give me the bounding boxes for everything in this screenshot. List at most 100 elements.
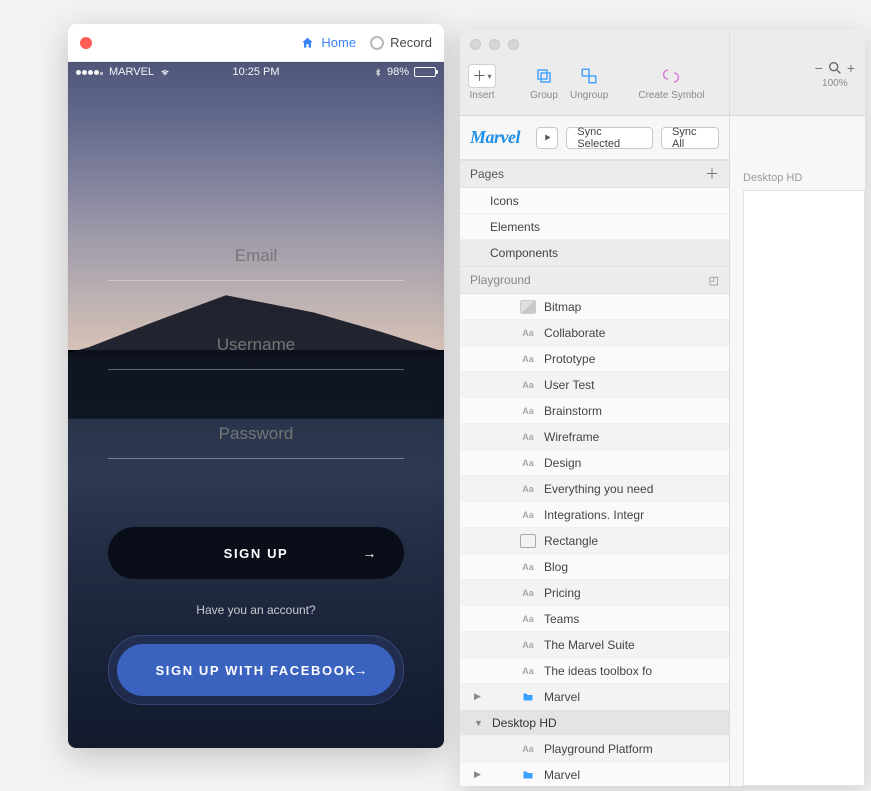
layer-row[interactable]: AaBrainstorm: [460, 398, 729, 424]
layer-row[interactable]: AaUser Test: [460, 372, 729, 398]
window-close-button[interactable]: [80, 37, 92, 49]
layer-row[interactable]: AaPrototype: [460, 346, 729, 372]
text-layer-icon: Aa: [520, 430, 536, 444]
sync-selected-button[interactable]: Sync Selected: [566, 127, 653, 149]
signup-form: SIGN UP → Have you an account? SIGN UP W…: [68, 232, 444, 705]
bitmap-layer-icon: [520, 300, 536, 314]
design-tool-window: ＋▾ Insert Group Ungroup C: [460, 30, 865, 786]
zoom-out-icon[interactable]: −: [815, 60, 823, 76]
layer-label: The Marvel Suite: [544, 638, 635, 652]
layer-row[interactable]: AaPlayground Platform: [460, 736, 729, 762]
layer-row[interactable]: Aa The Marvel Suite: [460, 632, 729, 658]
rectangle-layer-icon: [520, 534, 536, 548]
symbol-icon: [657, 64, 685, 88]
signup-button[interactable]: SIGN UP →: [108, 527, 404, 579]
play-button[interactable]: [536, 127, 558, 149]
password-field[interactable]: [108, 410, 404, 459]
zoom-pct-label: 100%: [822, 78, 848, 89]
layer-row[interactable]: AaIntegrations. Integr: [460, 502, 729, 528]
zoom-in-icon[interactable]: +: [847, 60, 855, 76]
marvel-logo: Marvel: [470, 127, 520, 148]
toolbar-right: − + 100%: [730, 30, 865, 116]
layer-label: Bitmap: [544, 300, 581, 314]
pages-list: IconsElementsComponents: [460, 188, 729, 266]
disclosure-triangle-icon[interactable]: ▶: [474, 691, 484, 702]
group-button[interactable]: Group: [524, 60, 564, 105]
carrier-label: MARVEL: [109, 66, 154, 78]
page-item[interactable]: Elements: [460, 214, 729, 240]
traffic-minimize[interactable]: [489, 39, 500, 50]
layer-row[interactable]: ▶ Marvel: [460, 684, 729, 710]
insert-label: Insert: [469, 90, 494, 101]
signal-dots-icon: [76, 66, 104, 78]
layer-row[interactable]: Rectangle: [460, 528, 729, 554]
add-page-button[interactable]: ＋: [705, 164, 719, 184]
layer-row[interactable]: Aa Wireframe: [460, 424, 729, 450]
layer-label: Marvel: [544, 690, 580, 704]
layer-row[interactable]: Aa Collaborate: [460, 320, 729, 346]
traffic-close[interactable]: [470, 39, 481, 50]
insert-button[interactable]: ＋▾ Insert: [462, 60, 502, 105]
artboard-header: Playground ◰: [460, 266, 729, 294]
home-label: Home: [321, 35, 356, 50]
artboard-frame-icon: ◰: [709, 274, 719, 287]
layer-group-header[interactable]: ▼ Desktop HD: [460, 710, 729, 736]
page-item[interactable]: Icons: [460, 188, 729, 214]
layer-row[interactable]: AaEverything you need: [460, 476, 729, 502]
artboard[interactable]: [743, 190, 865, 786]
username-field[interactable]: [108, 321, 404, 370]
layer-list: BitmapAaCollaborateAaPrototypeAaUser Tes…: [460, 294, 729, 786]
ungroup-button[interactable]: Ungroup: [564, 60, 614, 105]
layer-label: Desktop HD: [492, 716, 557, 730]
layer-label: User Test: [544, 378, 594, 392]
disclosure-triangle-icon[interactable]: ▶: [474, 769, 484, 780]
record-label: Record: [390, 35, 432, 50]
layer-row[interactable]: AaTeams: [460, 606, 729, 632]
page-item[interactable]: Components: [460, 240, 729, 266]
layer-label: Playground Platform: [544, 742, 653, 756]
text-layer-icon: Aa: [520, 612, 536, 626]
layer-label: Design: [544, 456, 581, 470]
record-link[interactable]: Record: [370, 35, 432, 50]
home-icon: [300, 36, 315, 50]
folder-icon: [520, 690, 536, 704]
zoom-control[interactable]: − + 100%: [815, 60, 855, 89]
create-symbol-button[interactable]: Create Symbol: [632, 60, 710, 105]
traffic-zoom[interactable]: [508, 39, 519, 50]
magnifier-icon: [827, 60, 843, 76]
layer-row[interactable]: AaBlog: [460, 554, 729, 580]
layer-row[interactable]: AaPricing: [460, 580, 729, 606]
email-field[interactable]: [108, 232, 404, 281]
layer-label: Integrations. Integr: [544, 508, 644, 522]
home-link[interactable]: Home: [300, 35, 356, 50]
folder-icon: [520, 768, 536, 782]
plugin-row: Marvel Sync Selected Sync All: [460, 116, 729, 160]
artboard-name-label[interactable]: Desktop HD: [743, 172, 802, 184]
tool-left-panel: ＋▾ Insert Group Ungroup C: [460, 30, 730, 786]
layer-label: The ideas toolbox fo: [544, 664, 652, 678]
layer-row[interactable]: AaThe ideas toolbox fo: [460, 658, 729, 684]
layer-row[interactable]: Bitmap: [460, 294, 729, 320]
text-layer-icon: Aa: [520, 638, 536, 652]
text-layer-icon: Aa: [520, 560, 536, 574]
arrow-right-icon: →: [362, 545, 378, 561]
group-label: Group: [530, 90, 558, 101]
layer-row[interactable]: ▶Marvel: [460, 762, 729, 786]
ungroup-icon: [575, 64, 603, 88]
canvas-area[interactable]: Desktop HD: [730, 116, 865, 786]
text-layer-icon: Aa: [520, 326, 536, 340]
sync-all-button[interactable]: Sync All: [661, 127, 719, 149]
pages-header-label: Pages: [470, 167, 504, 181]
layer-label: Wireframe: [544, 430, 599, 444]
layer-row[interactable]: AaDesign: [460, 450, 729, 476]
layer-label: Prototype: [544, 352, 595, 366]
disclosure-triangle-icon[interactable]: ▼: [474, 718, 484, 728]
mobile-titlebar: Home Record: [68, 24, 444, 62]
phone-screen: MARVEL 10:25 PM 98% SIGN UP → Have you a…: [68, 62, 444, 748]
text-layer-icon: Aa: [520, 482, 536, 496]
layer-label: Rectangle: [544, 534, 598, 548]
layer-label: Collaborate: [544, 326, 605, 340]
signup-facebook-label: SIGN UP WITH FACEBOOK: [156, 663, 357, 678]
signup-facebook-button[interactable]: SIGN UP WITH FACEBOOK →: [117, 644, 395, 696]
layer-label: Pricing: [544, 586, 581, 600]
